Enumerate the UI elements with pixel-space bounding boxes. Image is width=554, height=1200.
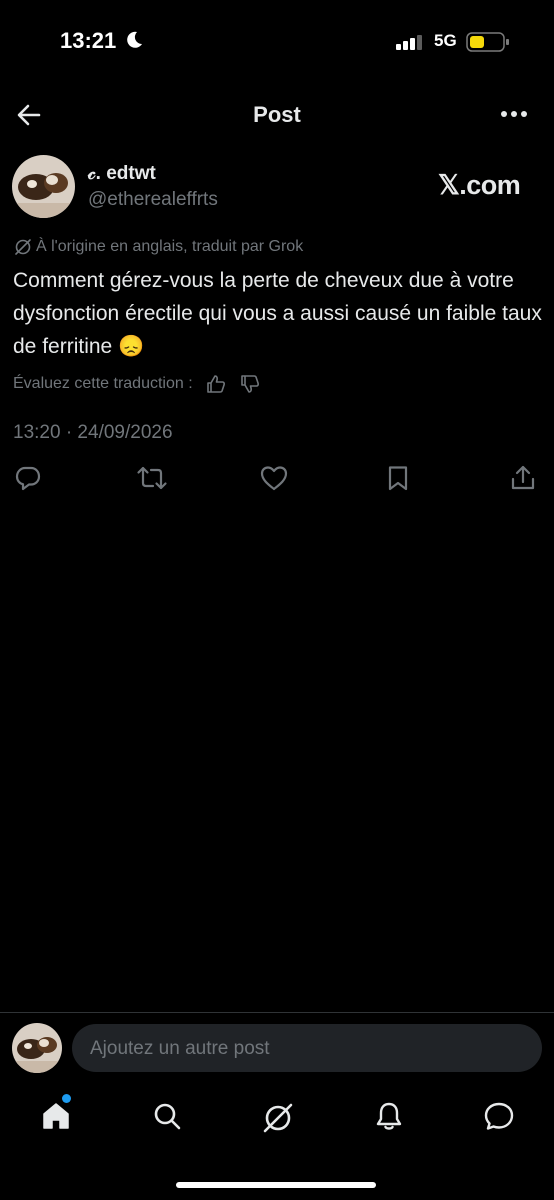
rate-translation: Évaluez cette traduction : <box>13 373 261 395</box>
author-handle[interactable]: @etherealeffrts <box>88 189 218 211</box>
battery-icon <box>466 32 509 52</box>
grok-icon[interactable] <box>260 1100 296 1136</box>
repost-icon[interactable] <box>136 464 168 492</box>
reply-icon[interactable] <box>14 464 42 492</box>
thumbs-down-icon[interactable] <box>239 373 261 395</box>
page-title: Post <box>253 102 301 127</box>
bookmark-icon[interactable] <box>384 464 412 492</box>
my-avatar[interactable] <box>12 1023 62 1073</box>
composer-placeholder: Ajoutez un autre post <box>90 1038 270 1059</box>
avatar[interactable] <box>12 155 75 218</box>
rate-label: Évaluez cette traduction : <box>13 375 193 392</box>
home-icon[interactable] <box>40 1100 72 1132</box>
source-label: 𝕏.com <box>438 170 521 200</box>
home-indicator <box>176 1182 376 1188</box>
translation-note: À l'origine en anglais, traduit par Grok <box>14 238 303 256</box>
network-type: 5G <box>434 31 457 50</box>
signal-icon <box>396 35 422 50</box>
message-icon[interactable] <box>482 1100 516 1132</box>
grok-icon <box>15 239 31 255</box>
share-icon[interactable] <box>509 464 537 492</box>
more-horizontal-icon[interactable] <box>500 108 528 120</box>
thumbs-up-icon[interactable] <box>205 373 227 395</box>
search-icon[interactable] <box>151 1100 183 1132</box>
translation-note-text: À l'origine en anglais, traduit par Grok <box>36 238 304 255</box>
post-timestamp: 13:20 · 24/09/2026 <box>13 422 173 443</box>
moon-icon <box>127 31 142 48</box>
reply-composer[interactable]: Ajoutez un autre post <box>72 1024 542 1072</box>
divider <box>0 1012 554 1013</box>
post-text: Comment gérez-vous la perte de cheveux d… <box>13 269 542 358</box>
status-time: 13:21 <box>60 28 117 53</box>
author-name[interactable]: 𝒸. edtwt <box>88 163 156 185</box>
heart-icon[interactable] <box>259 464 289 492</box>
home-notification-dot <box>62 1094 71 1103</box>
bell-icon[interactable] <box>373 1100 405 1132</box>
